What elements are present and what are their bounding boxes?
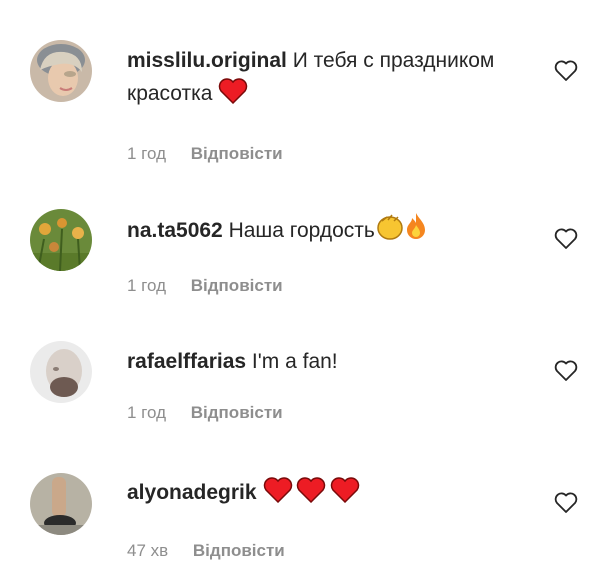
heart-like-icon[interactable] — [554, 492, 578, 514]
red-heart-icon — [294, 477, 328, 513]
comment-meta: 1 год Відповісти — [127, 403, 283, 423]
avatar[interactable] — [30, 473, 92, 535]
reply-button[interactable]: Відповісти — [191, 276, 283, 295]
heart-like-icon[interactable] — [554, 360, 578, 382]
reply-button[interactable]: Відповісти — [193, 541, 285, 560]
comment-text: misslilu.original И тебя с праздником кр… — [127, 44, 527, 114]
comment-text: rafaelffarias I'm a fan! — [127, 345, 527, 378]
heart-like-icon[interactable] — [554, 60, 578, 82]
comment-body: I'm a fan! — [251, 350, 338, 373]
comment-time[interactable]: 47 хв — [127, 541, 168, 560]
reply-button[interactable]: Відповісти — [191, 403, 283, 422]
comment-text: alyonadegrik — [127, 476, 527, 513]
comment-username[interactable]: na.ta5062 — [127, 219, 223, 242]
comment-text: na.ta5062 Наша гордость — [127, 211, 527, 251]
avatar[interactable] — [30, 40, 92, 102]
comment-meta: 47 хв Відповісти — [127, 541, 285, 561]
red-heart-icon — [218, 78, 248, 114]
red-heart-icon — [262, 477, 294, 513]
comment-username[interactable]: misslilu.original — [127, 49, 287, 72]
comment-time[interactable]: 1 год — [127, 403, 166, 422]
comment-meta: 1 год Відповісти — [127, 144, 283, 164]
comment-username[interactable]: alyonadegrik — [127, 481, 257, 504]
avatar[interactable] — [30, 209, 92, 271]
red-heart-icon — [328, 477, 362, 513]
comment-username[interactable]: rafaelffarias — [127, 350, 246, 373]
comment-time[interactable]: 1 год — [127, 144, 166, 163]
reply-button[interactable]: Відповісти — [191, 144, 283, 163]
clapping-hands-icon — [375, 211, 405, 251]
avatar[interactable] — [30, 341, 92, 403]
comment-body: Наша гордость — [228, 219, 375, 242]
fire-icon — [405, 211, 427, 251]
comment-time[interactable]: 1 год — [127, 276, 166, 295]
heart-like-icon[interactable] — [554, 228, 578, 250]
comment-meta: 1 год Відповісти — [127, 276, 283, 296]
